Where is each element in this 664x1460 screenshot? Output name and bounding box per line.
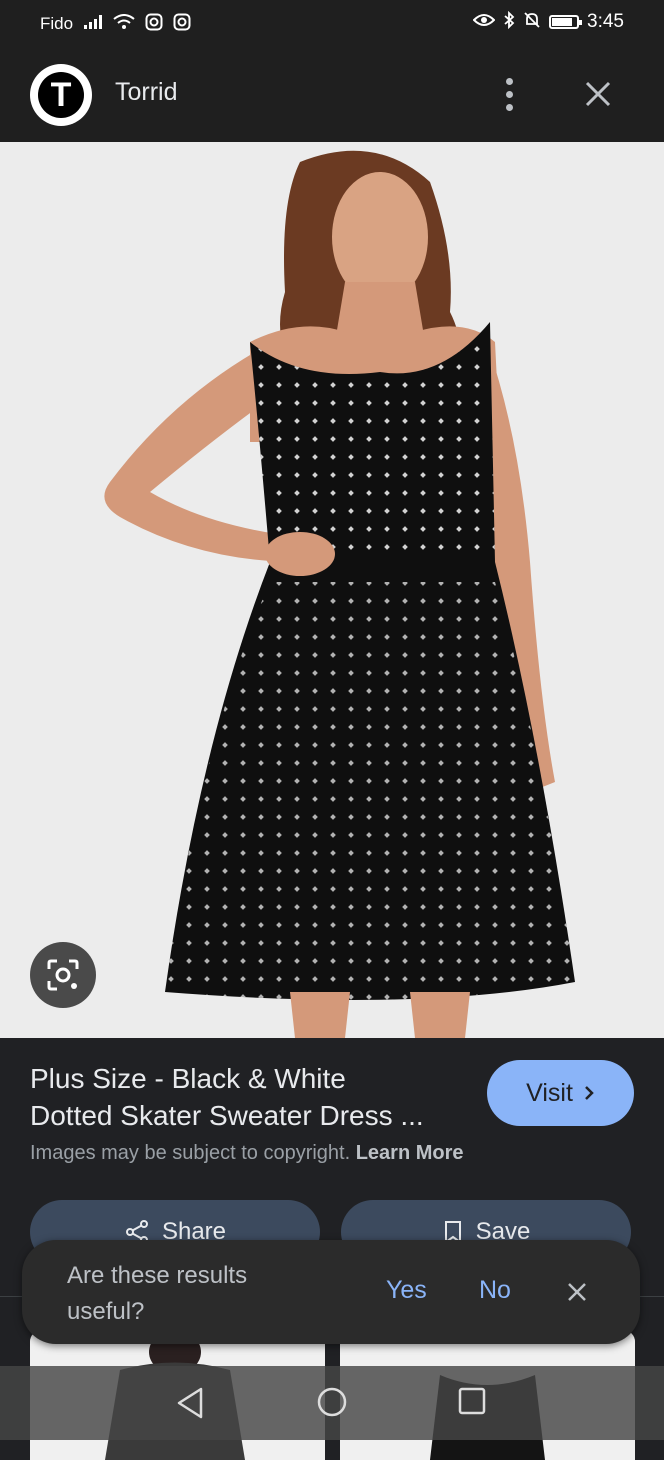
feedback-no-button[interactable]: No	[479, 1276, 511, 1305]
product-image[interactable]	[0, 142, 664, 1038]
status-bar: Fido 3:45	[0, 0, 664, 48]
dress-photo	[0, 142, 664, 1038]
system-navigation-bar	[0, 1366, 664, 1440]
result-title-line2: Dotted Skater Sweater Dress ...	[30, 1100, 424, 1131]
back-button[interactable]	[175, 1386, 205, 1420]
visit-button[interactable]: Visit	[487, 1060, 634, 1126]
battery-icon	[549, 15, 583, 29]
close-icon	[585, 81, 611, 107]
feedback-yes-button[interactable]: Yes	[386, 1276, 427, 1305]
site-name[interactable]: Torrid	[115, 78, 178, 107]
feedback-prompt: Are these results useful? Yes No	[22, 1240, 640, 1344]
image-viewer-header: T Torrid	[0, 48, 664, 142]
lens-icon	[47, 959, 79, 991]
site-logo: T	[30, 64, 92, 126]
copyright-notice: Images may be subject to copyright. Lear…	[30, 1142, 464, 1165]
more-vert-icon	[505, 77, 513, 85]
result-title-line1: Plus Size - Black & White	[30, 1063, 346, 1094]
recent-apps-button[interactable]	[457, 1386, 487, 1416]
wifi-icon	[113, 14, 135, 34]
recent-apps-icon	[458, 1387, 486, 1415]
visit-label: Visit	[526, 1078, 573, 1107]
signal-icon	[83, 14, 103, 34]
result-title[interactable]: Plus Size - Black & White Dotted Skater …	[30, 1060, 470, 1134]
notifications-off-icon	[523, 11, 541, 33]
clock: 3:45	[587, 11, 624, 32]
carrier-name: Fido	[40, 14, 74, 33]
copyright-text: Images may be subject to copyright.	[30, 1142, 351, 1164]
instagram-icon	[173, 13, 191, 35]
chevron-right-icon	[585, 1086, 594, 1100]
back-icon	[177, 1387, 203, 1419]
learn-more-link[interactable]: Learn More	[356, 1142, 464, 1164]
instagram-icon	[145, 13, 163, 35]
home-icon	[317, 1387, 347, 1417]
close-button[interactable]	[578, 74, 618, 114]
close-icon	[568, 1283, 586, 1301]
bluetooth-icon	[503, 10, 515, 33]
more-options-button[interactable]	[494, 74, 524, 114]
feedback-close-button[interactable]	[562, 1272, 592, 1312]
feedback-question: Are these results useful?	[67, 1262, 248, 1325]
lens-search-button[interactable]	[30, 942, 96, 1008]
eye-icon	[472, 12, 496, 32]
logo-letter: T	[50, 75, 72, 114]
home-button[interactable]	[316, 1386, 348, 1418]
